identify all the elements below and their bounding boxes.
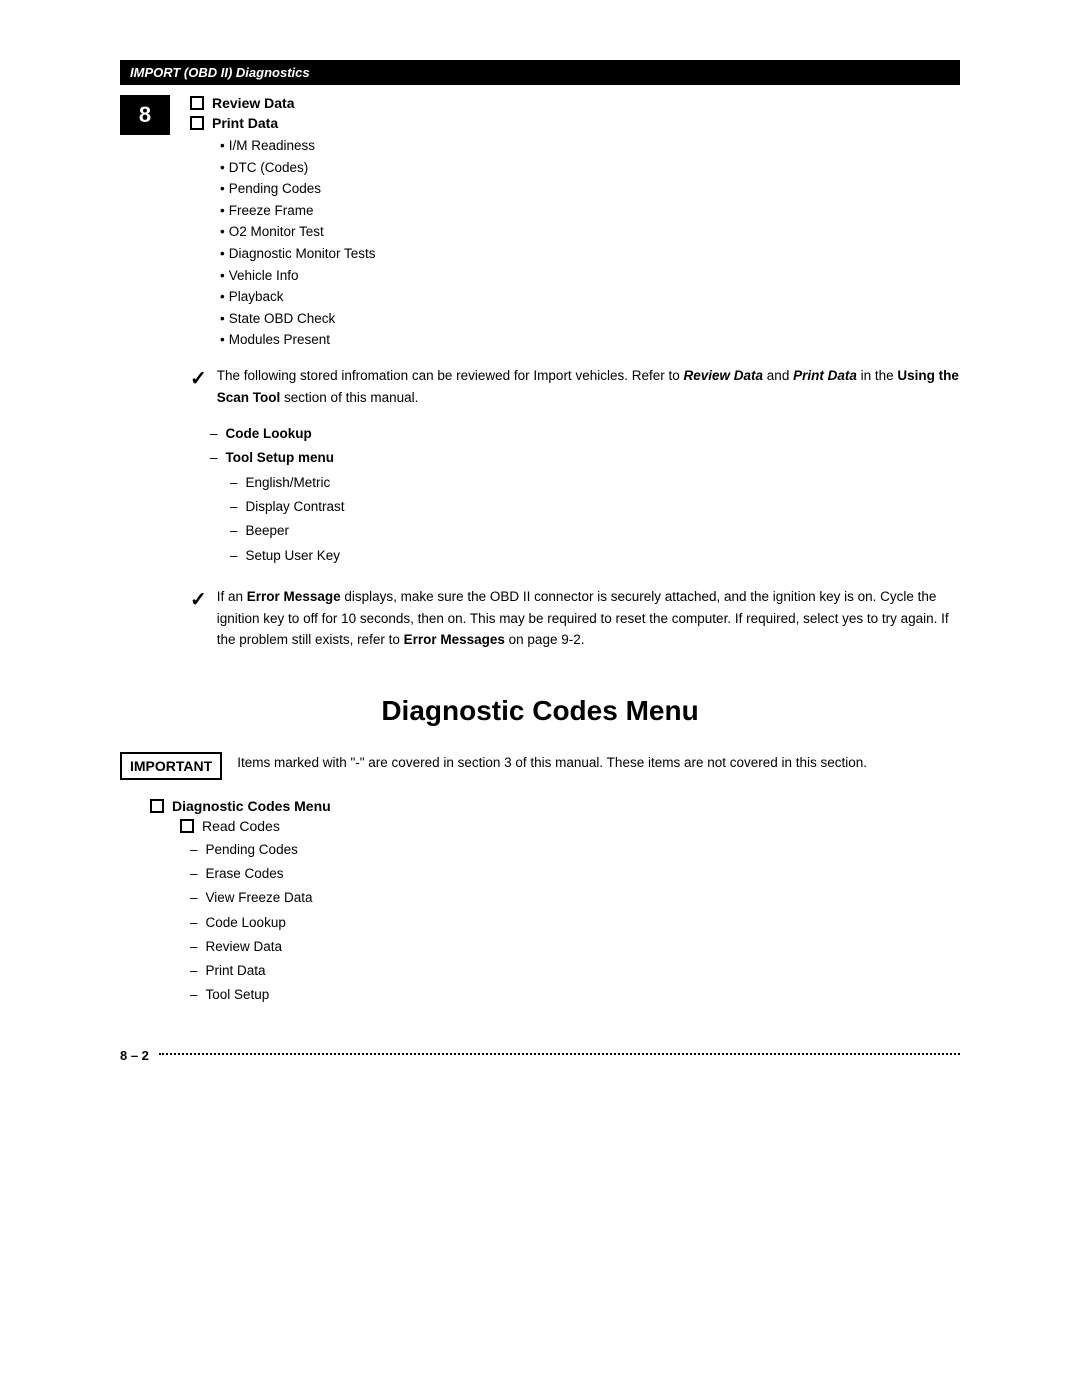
list-item: – Pending Codes: [190, 838, 960, 862]
diagnostic-codes-title: Diagnostic Codes Menu: [120, 695, 960, 727]
important-text: Items marked with "-" are covered in sec…: [237, 752, 867, 774]
header-bar-text: IMPORT (OBD II) Diagnostics: [130, 65, 310, 80]
code-lookup-item: – Code Lookup: [210, 422, 960, 446]
list-item: – Setup User Key: [230, 544, 960, 568]
list-item: – English/Metric: [230, 471, 960, 495]
dash-symbol: –: [190, 862, 198, 886]
note-text-1: The following stored infromation can be …: [217, 365, 960, 408]
list-item: Modules Present: [220, 329, 960, 351]
list-item: – Erase Codes: [190, 862, 960, 886]
list-item: Playback: [220, 286, 960, 308]
dash-symbol: –: [230, 544, 238, 568]
chapter-block: 8: [120, 95, 170, 135]
subitem-text: Erase Codes: [206, 862, 284, 886]
list-item: State OBD Check: [220, 308, 960, 330]
list-item: – Tool Setup: [190, 983, 960, 1007]
important-label: IMPORTANT: [120, 752, 222, 780]
read-codes-item: Read Codes: [180, 818, 960, 834]
subitem-text: Print Data: [206, 959, 266, 983]
tool-setup-label: Tool Setup menu: [226, 446, 335, 470]
section-header-bar: IMPORT (OBD II) Diagnostics: [120, 60, 960, 85]
footer: 8 – 2: [120, 1048, 960, 1063]
list-item: – Review Data: [190, 935, 960, 959]
print-data-item: Print Data: [190, 115, 960, 131]
checkmark-icon: ✓: [190, 584, 207, 616]
subitem-text: Pending Codes: [206, 838, 298, 862]
note-text-2: If an Error Message displays, make sure …: [217, 586, 960, 651]
subitem-text: English/Metric: [246, 471, 331, 495]
print-data-checkbox[interactable]: [190, 116, 204, 130]
read-codes-label: Read Codes: [202, 818, 280, 834]
list-item: I/M Readiness: [220, 135, 960, 157]
note-block-1: ✓ The following stored infromation can b…: [190, 365, 960, 408]
read-codes-checkbox[interactable]: [180, 819, 194, 833]
chapter-number: 8: [139, 102, 151, 128]
subitem-text: Beeper: [246, 519, 290, 543]
subitem-text: Setup User Key: [246, 544, 341, 568]
print-data-label: Print Data: [212, 115, 278, 131]
subitem-text: Display Contrast: [246, 495, 345, 519]
dash-symbol: –: [190, 935, 198, 959]
subitem-text: Tool Setup: [206, 983, 270, 1007]
dash-symbol: –: [210, 422, 218, 446]
list-item: – Display Contrast: [230, 495, 960, 519]
tool-setup-item: – Tool Setup menu: [210, 446, 960, 470]
subitem-text: View Freeze Data: [206, 886, 313, 910]
list-item: Freeze Frame: [220, 200, 960, 222]
diagnostic-codes-menu-item: Diagnostic Codes Menu: [150, 798, 960, 814]
important-block: IMPORTANT Items marked with "-" are cove…: [120, 752, 960, 780]
diagnostic-dash-subitems: – Pending Codes – Erase Codes – View Fre…: [190, 838, 960, 1008]
list-item: O2 Monitor Test: [220, 221, 960, 243]
diagnostic-codes-checkbox[interactable]: [150, 799, 164, 813]
footer-dots: [159, 1053, 960, 1055]
list-item: DTC (Codes): [220, 157, 960, 179]
code-lookup-label: Code Lookup: [226, 422, 312, 446]
diagnostic-codes-menu-label: Diagnostic Codes Menu: [172, 798, 331, 814]
list-item: – Beeper: [230, 519, 960, 543]
review-data-label: Review Data: [212, 95, 294, 111]
footer-page: 8 – 2: [120, 1048, 149, 1063]
list-item: – Print Data: [190, 959, 960, 983]
dash-symbol: –: [190, 886, 198, 910]
checkmark-icon: ✓: [190, 363, 207, 395]
subitem-text: Code Lookup: [206, 911, 286, 935]
top-section: IMPORT (OBD II) Diagnostics 8 Review Dat…: [120, 60, 960, 665]
dash-symbol: –: [190, 911, 198, 935]
subitem-text: Review Data: [206, 935, 283, 959]
code-lookup-section: – Code Lookup – Tool Setup menu: [210, 422, 960, 471]
print-data-subitems: I/M Readiness DTC (Codes) Pending Codes …: [220, 135, 960, 351]
dash-symbol: –: [210, 446, 218, 470]
dash-symbol: –: [190, 838, 198, 862]
note-block-2: ✓ If an Error Message displays, make sur…: [190, 586, 960, 651]
dash-symbol: –: [230, 495, 238, 519]
list-item: – View Freeze Data: [190, 886, 960, 910]
list-item: Diagnostic Monitor Tests: [220, 243, 960, 265]
diagnostic-section: IMPORTANT Items marked with "-" are cove…: [120, 752, 960, 1008]
dash-symbol: –: [230, 519, 238, 543]
dash-symbol: –: [230, 471, 238, 495]
page: IMPORT (OBD II) Diagnostics 8 Review Dat…: [0, 0, 1080, 1397]
review-data-checkbox[interactable]: [190, 96, 204, 110]
review-data-item: Review Data: [190, 95, 960, 111]
dash-symbol: –: [190, 959, 198, 983]
list-item: Vehicle Info: [220, 265, 960, 287]
dash-symbol: –: [190, 983, 198, 1007]
list-item: – Code Lookup: [190, 911, 960, 935]
tool-setup-subitems: – English/Metric – Display Contrast – Be…: [230, 471, 960, 568]
list-item: Pending Codes: [220, 178, 960, 200]
